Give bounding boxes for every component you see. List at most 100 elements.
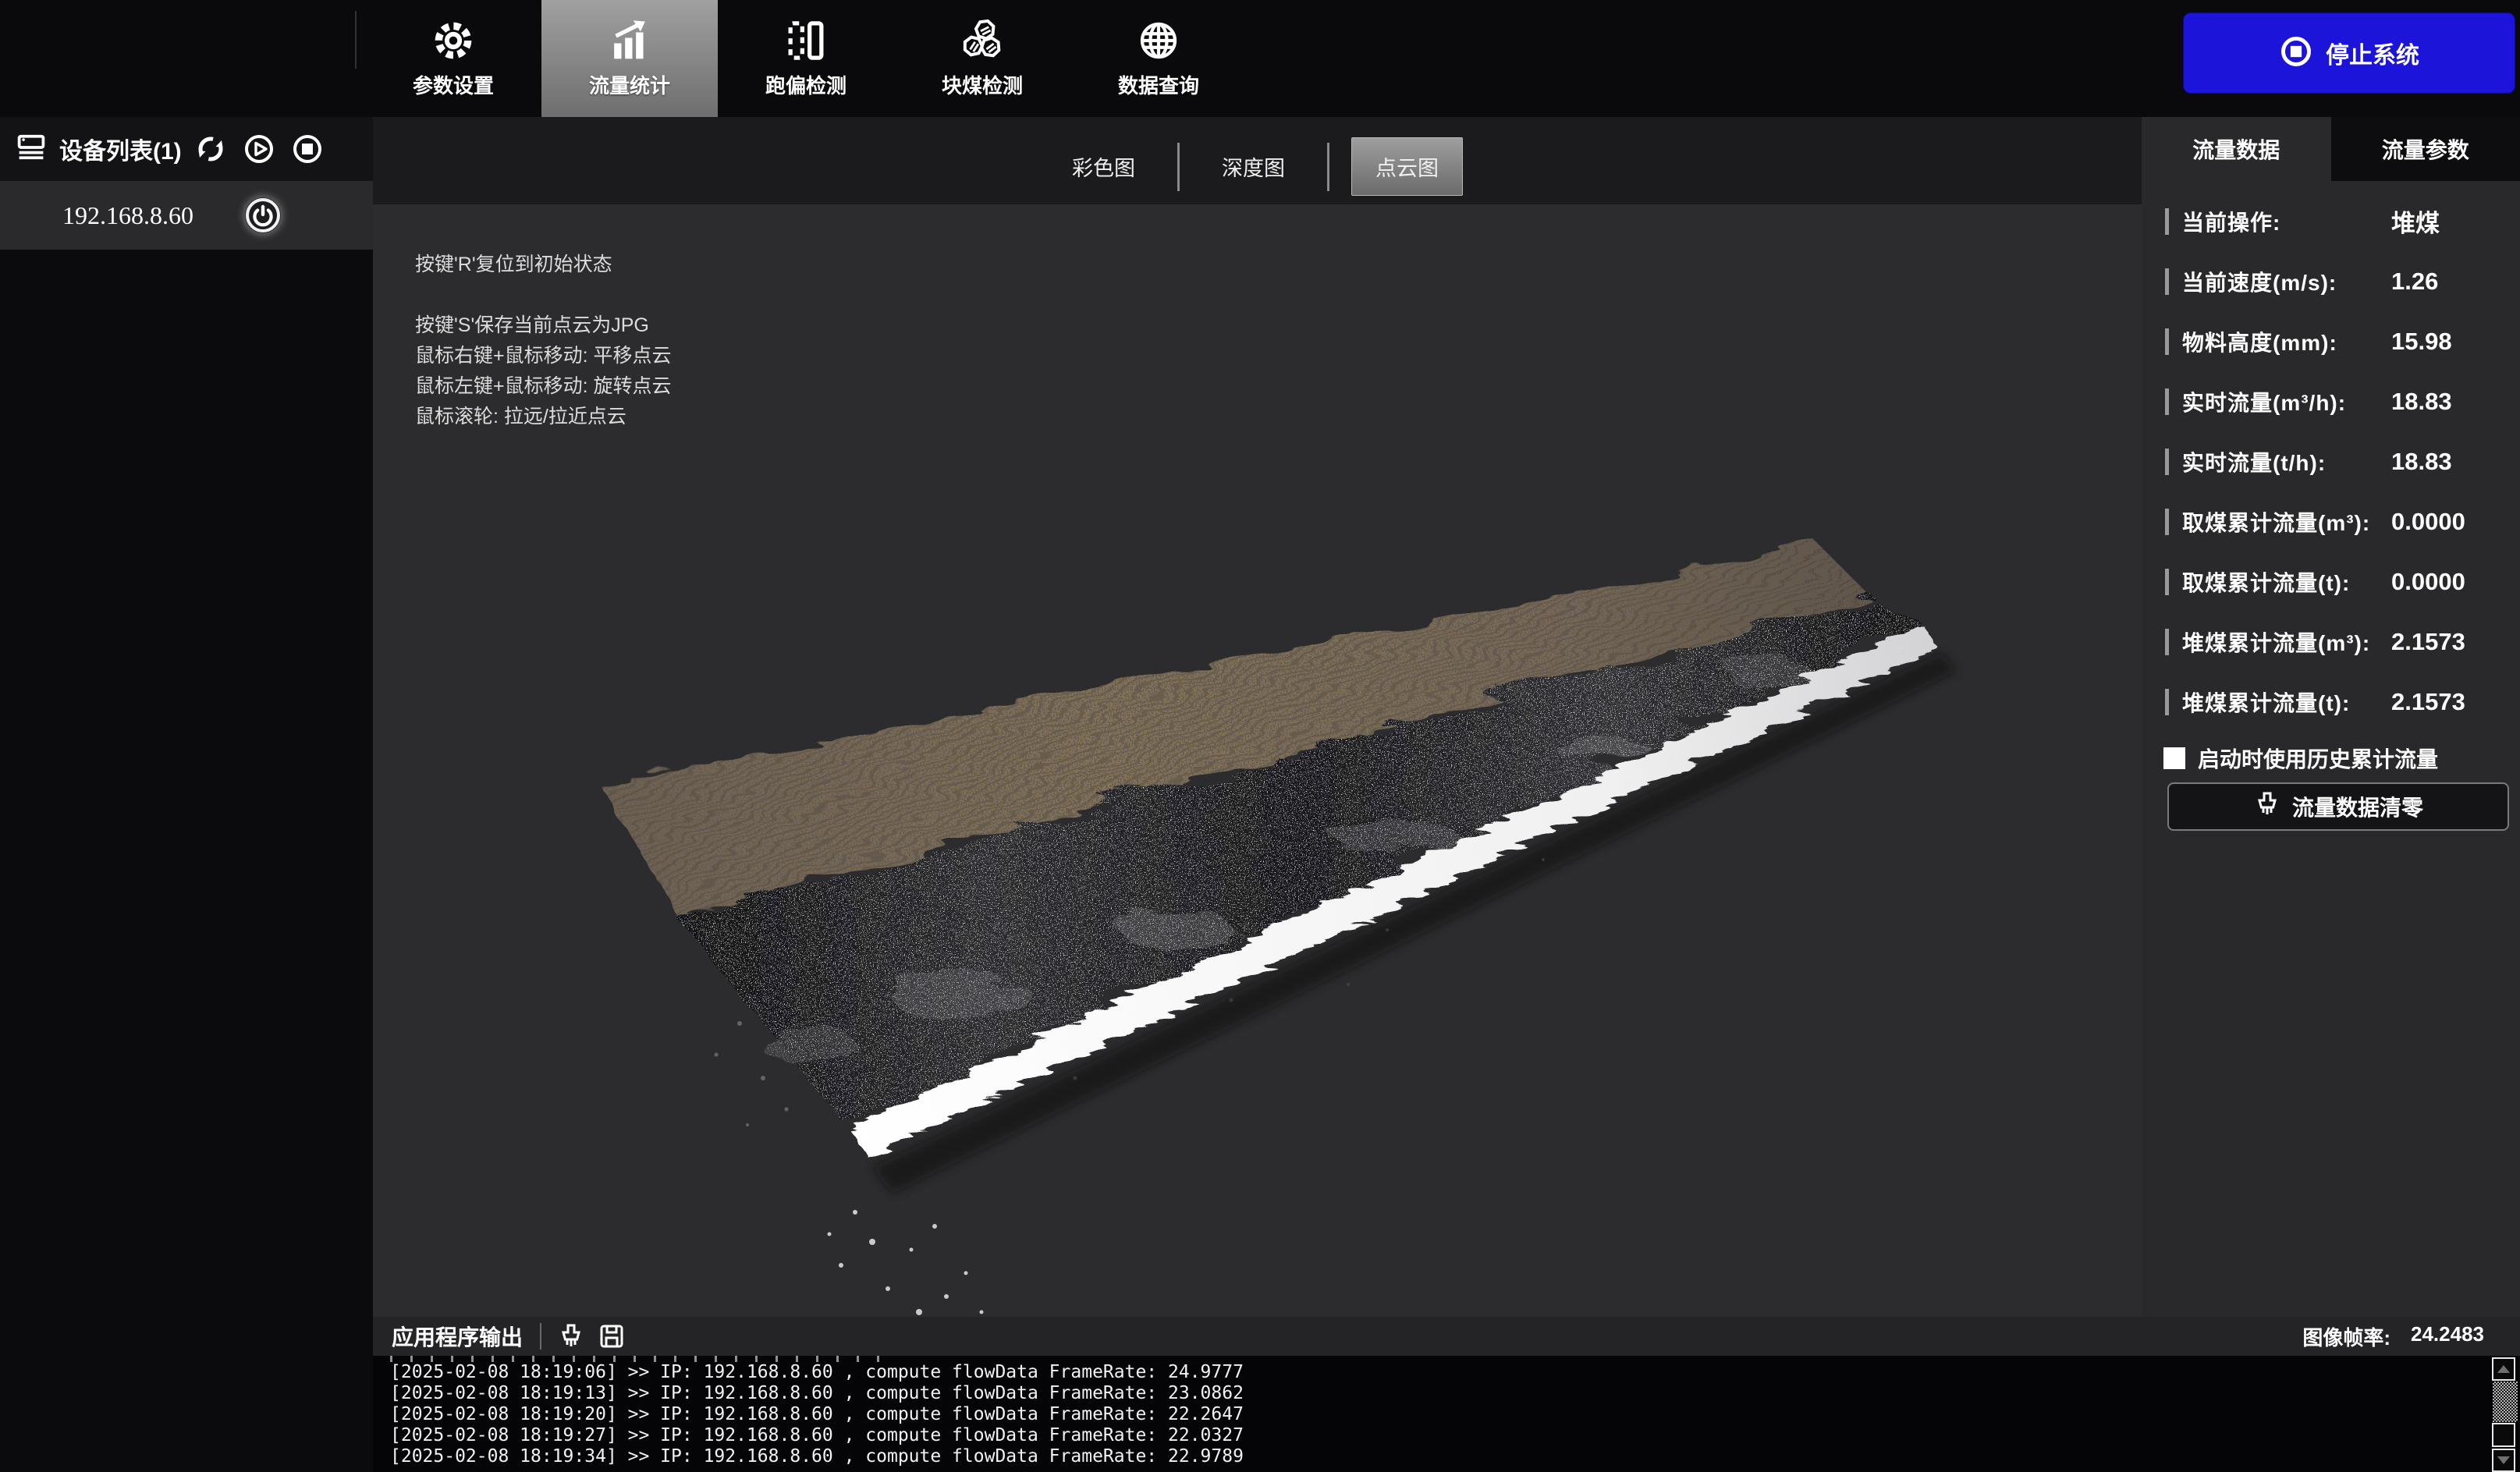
flow-row-realtime-flow-m3h: 实时流量(m³/h): 18.83 xyxy=(2142,371,2520,431)
flow-row-stack-total-m3: 堆煤累计流量(m³): 2.1573 xyxy=(2142,612,2520,672)
row-value: 2.1573 xyxy=(2391,628,2465,656)
save-log-icon[interactable] xyxy=(598,1322,626,1350)
flow-row-stack-total-t: 堆煤累计流量(t): 2.1573 xyxy=(2142,672,2520,732)
row-value: 2.1573 xyxy=(2391,688,2465,716)
row-label: 当前速度(m/s): xyxy=(2182,266,2337,297)
refresh-icon[interactable] xyxy=(195,133,226,165)
checkbox[interactable] xyxy=(2163,747,2185,769)
log-scrollbar[interactable] xyxy=(2492,1357,2518,1472)
row-label: 取煤累计流量(t): xyxy=(2182,566,2350,598)
row-accent-bar xyxy=(2165,569,2169,595)
flow-data-reset-button[interactable]: 流量数据清零 xyxy=(2167,782,2509,831)
tab-flow-parameters[interactable]: 流量参数 xyxy=(2331,117,2520,181)
toolbar-item-label: 跑偏检测 xyxy=(765,70,847,99)
point-cloud-viewport[interactable]: 按键'R'复位到初始状态 按键'S'保存当前点云为JPG 鼠标右键+鼠标移动: … xyxy=(373,204,2142,1317)
tab-depth-map[interactable]: 深度图 xyxy=(1201,137,1305,196)
row-accent-bar xyxy=(2165,328,2169,355)
power-icon[interactable] xyxy=(245,197,281,233)
row-accent-bar xyxy=(2165,449,2169,475)
device-list-actions xyxy=(195,133,323,165)
stop-system-button[interactable]: 停止系统 xyxy=(2183,12,2515,94)
row-label: 实时流量(m³/h): xyxy=(2182,386,2346,417)
row-value: 堆煤 xyxy=(2391,204,2440,239)
image-framerate-value: 24.2483 xyxy=(2411,1322,2484,1351)
log-line: [2025-02-08 18:19:06] >> IP: 192.168.8.6… xyxy=(390,1362,2492,1383)
application-output-log[interactable]: [2025-02-08 18:19:06] >> IP: 192.168.8.6… xyxy=(373,1356,2492,1472)
instruction-line: 鼠标右键+鼠标移动: 平移点云 xyxy=(415,341,672,371)
scrollbar-track[interactable] xyxy=(2493,1382,2518,1422)
row-accent-bar xyxy=(2165,268,2169,295)
strip-divider xyxy=(540,1323,541,1350)
image-framerate: 图像帧率: 24.2483 xyxy=(2302,1322,2484,1351)
tab-divider xyxy=(1177,143,1180,191)
scroll-up-icon xyxy=(2497,1365,2510,1373)
device-ip: 192.168.8.60 xyxy=(62,201,193,230)
history-total-checkbox-row[interactable]: 启动时使用历史累计流量 xyxy=(2142,743,2520,774)
application-window: 参数设置 流量统计 跑偏检测 xyxy=(0,0,2520,1472)
viewport-instructions: 按键'R'复位到初始状态 按键'S'保存当前点云为JPG 鼠标右键+鼠标移动: … xyxy=(415,250,672,432)
toolbar-item-deviation-detection[interactable]: 跑偏检测 xyxy=(718,0,894,117)
flow-row-reclaim-total-t: 取煤累计流量(t): 0.0000 xyxy=(2142,552,2520,612)
scroll-down-icon xyxy=(2497,1456,2510,1464)
tab-point-cloud[interactable]: 点云图 xyxy=(1351,137,1463,196)
row-label: 物料高度(mm): xyxy=(2182,326,2337,357)
flow-row-realtime-flow-th: 实时流量(t/h): 18.83 xyxy=(2142,431,2520,491)
toolbar-item-data-query[interactable]: 数据查询 xyxy=(1070,0,1247,117)
belt-deviation-icon xyxy=(784,19,828,62)
device-list-icon xyxy=(14,130,48,168)
clear-log-icon[interactable] xyxy=(557,1322,585,1350)
stop-icon[interactable] xyxy=(292,133,323,165)
toolbar-item-flow-statistics[interactable]: 流量统计 xyxy=(541,0,718,117)
toolbar-item-label: 数据查询 xyxy=(1118,70,1199,99)
top-toolbar: 参数设置 流量统计 跑偏检测 xyxy=(0,0,2520,117)
clear-brush-icon xyxy=(2253,790,2281,824)
row-value: 18.83 xyxy=(2391,448,2452,476)
log-line: [2025-02-08 18:19:27] >> IP: 192.168.8.6… xyxy=(390,1425,2492,1446)
tab-divider xyxy=(1327,143,1329,191)
row-label: 取煤累计流量(m³): xyxy=(2182,506,2370,537)
row-accent-bar xyxy=(2165,629,2169,655)
device-list-header: 设备列表(1) xyxy=(0,117,373,181)
log-line: [2025-02-08 18:19:13] >> IP: 192.168.8.6… xyxy=(390,1383,2492,1404)
coal-lumps-icon xyxy=(960,19,1004,62)
instruction-line: 鼠标滚轮: 拉远/拉近点云 xyxy=(415,402,672,432)
row-label: 当前操作: xyxy=(2182,206,2280,237)
application-output-title: 应用程序输出 xyxy=(392,1321,523,1352)
play-icon[interactable] xyxy=(243,133,275,165)
flow-panel: 流量数据 流量参数 当前操作: 堆煤 当前速度(m/s): 1.26 物料高度(… xyxy=(2142,117,2520,1317)
row-accent-bar xyxy=(2165,509,2169,535)
tab-flow-data[interactable]: 流量数据 xyxy=(2142,117,2331,181)
row-value: 15.98 xyxy=(2391,328,2452,356)
row-label: 实时流量(t/h): xyxy=(2182,446,2326,477)
log-line: [2025-02-08 18:19:20] >> IP: 192.168.8.6… xyxy=(390,1404,2492,1425)
tab-color-map[interactable]: 彩色图 xyxy=(1052,137,1155,196)
device-row[interactable]: 192.168.8.60 xyxy=(0,181,373,250)
scrollbar-down-button[interactable] xyxy=(2492,1449,2515,1472)
output-status-strip: 应用程序输出 图像帧率: 24.2483 xyxy=(373,1317,2520,1356)
toolbar-item-label: 流量统计 xyxy=(589,70,670,99)
view-tab-bar: 彩色图 深度图 点云图 xyxy=(373,137,2142,196)
flow-row-material-height: 物料高度(mm): 15.98 xyxy=(2142,311,2520,371)
flow-row-current-speed: 当前速度(m/s): 1.26 xyxy=(2142,251,2520,311)
row-value: 0.0000 xyxy=(2391,568,2465,596)
row-value: 0.0000 xyxy=(2391,508,2465,536)
stop-system-label: 停止系统 xyxy=(2326,36,2419,70)
globe-icon xyxy=(1137,19,1180,62)
row-value: 18.83 xyxy=(2391,388,2452,416)
flow-data-reset-label: 流量数据清零 xyxy=(2292,791,2423,822)
toolbar-item-coal-lump-detection[interactable]: 块煤检测 xyxy=(894,0,1070,117)
main-area: 彩色图 深度图 点云图 xyxy=(373,117,2142,1317)
toolbar-item-parameter-settings[interactable]: 参数设置 xyxy=(365,0,541,117)
scrollbar-up-button[interactable] xyxy=(2492,1357,2515,1381)
checkbox-label: 启动时使用历史累计流量 xyxy=(2198,743,2438,774)
row-value: 1.26 xyxy=(2391,268,2438,296)
gear-icon xyxy=(431,19,475,62)
flow-row-reclaim-total-m3: 取煤累计流量(m³): 0.0000 xyxy=(2142,491,2520,552)
toolbar-item-label: 参数设置 xyxy=(413,70,494,99)
stop-circle-icon xyxy=(2279,34,2313,73)
scrollbar-thumb[interactable] xyxy=(2492,1423,2515,1447)
toolbar-divider xyxy=(355,11,357,69)
row-accent-bar xyxy=(2165,208,2169,235)
instruction-line: 按键'R'复位到初始状态 xyxy=(415,250,672,280)
instruction-line: 鼠标左键+鼠标移动: 旋转点云 xyxy=(415,371,672,402)
